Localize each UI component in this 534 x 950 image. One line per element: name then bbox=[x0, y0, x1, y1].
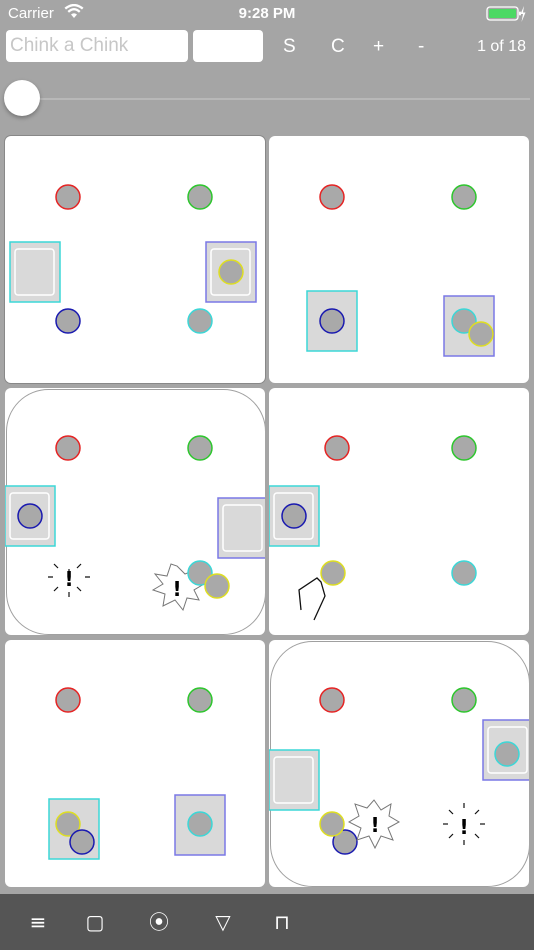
tile-1-canvas bbox=[9, 184, 257, 334]
tile-1[interactable] bbox=[5, 136, 265, 383]
tile-6[interactable]: ! ! bbox=[269, 640, 529, 887]
slider-thumb[interactable] bbox=[4, 80, 40, 116]
page-slider[interactable] bbox=[4, 80, 530, 116]
c-button[interactable]: C bbox=[331, 36, 345, 58]
clock: 9:28 PM bbox=[238, 5, 296, 22]
square-icon[interactable]: ▢ bbox=[75, 906, 115, 938]
s-button[interactable]: S bbox=[283, 36, 296, 58]
tile-5[interactable] bbox=[5, 640, 265, 887]
toolbar: S C + - 1 of 18 bbox=[0, 30, 534, 64]
plus-button[interactable]: + bbox=[373, 36, 384, 58]
status-bar: Carrier 9:28 PM bbox=[0, 0, 534, 28]
svg-text:!: ! bbox=[64, 567, 73, 591]
target-icon[interactable]: ⦿ bbox=[139, 906, 179, 938]
minus-button[interactable]: - bbox=[418, 36, 424, 58]
gate-icon[interactable]: ⊓ bbox=[262, 906, 302, 938]
tile-4-canvas bbox=[269, 435, 477, 621]
svg-text:!: ! bbox=[459, 815, 468, 839]
page-counter: 1 of 18 bbox=[477, 38, 526, 55]
svg-text:!: ! bbox=[172, 577, 181, 601]
tile-4[interactable] bbox=[269, 388, 529, 635]
battery-charging-icon bbox=[486, 5, 526, 27]
value-input[interactable] bbox=[193, 30, 263, 62]
slider-track[interactable] bbox=[24, 98, 530, 100]
bottom-toolbar: ≡ ▢ ⦿ ▽ ⊓ bbox=[0, 894, 534, 950]
tile-5-canvas bbox=[48, 687, 226, 860]
tile-2[interactable] bbox=[269, 136, 529, 383]
svg-text:!: ! bbox=[370, 813, 379, 837]
name-input[interactable] bbox=[6, 30, 188, 62]
tile-6-canvas: ! ! bbox=[269, 641, 529, 887]
tile-3[interactable]: ! ! bbox=[5, 388, 265, 635]
tile-2-canvas bbox=[306, 184, 495, 357]
menu-icon[interactable]: ≡ bbox=[18, 906, 58, 938]
triangle-icon[interactable]: ▽ bbox=[203, 906, 243, 938]
tile-3-canvas: ! ! bbox=[5, 389, 265, 635]
